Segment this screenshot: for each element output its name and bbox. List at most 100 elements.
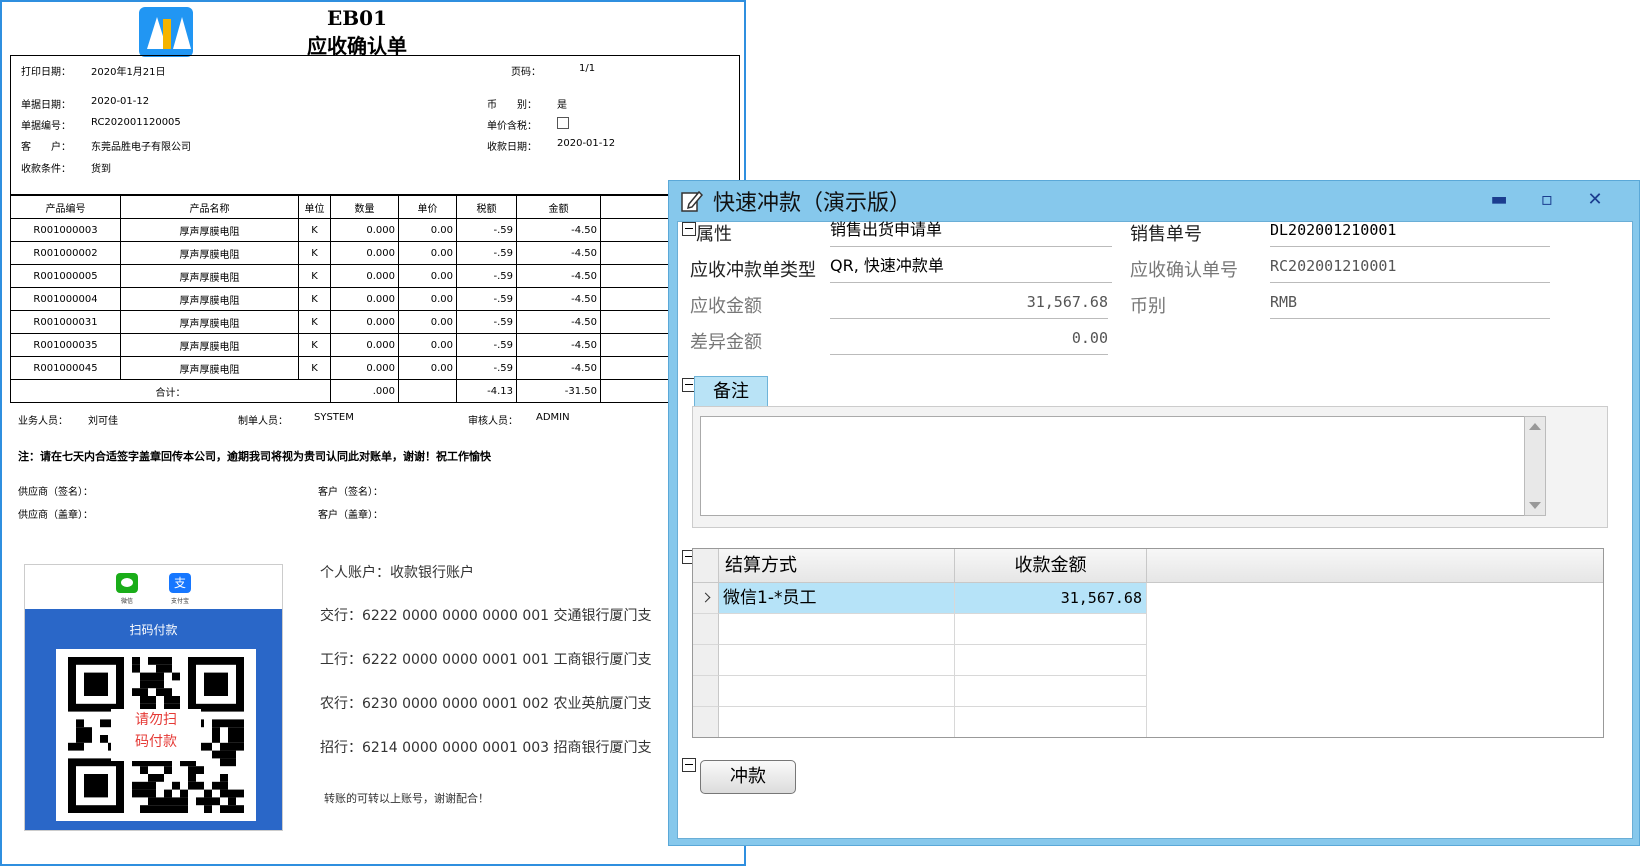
- cell-tax: -.59: [456, 356, 517, 380]
- cell-method[interactable]: [719, 676, 955, 707]
- doc-date-label: 单据日期：: [21, 100, 71, 111]
- cell-product-code: R001000031: [10, 310, 121, 334]
- grid-corner: [693, 549, 719, 583]
- document-info-box: 打印日期： 2020年1月21日 页码： 1/1 单据日期： 2020-01-1…: [10, 55, 740, 195]
- cell-unit: K: [298, 241, 331, 265]
- cell-qty: 0.000: [330, 264, 399, 288]
- cell-method[interactable]: [719, 707, 955, 737]
- sales-no-field[interactable]: DL202001210001: [1270, 216, 1550, 247]
- collapse-actions-icon[interactable]: [682, 758, 696, 772]
- print-date-label: 打印日期：: [21, 67, 71, 78]
- sale-type-field[interactable]: 销售出货申请单: [830, 216, 1112, 247]
- doc-no: RC202001120005: [91, 117, 181, 128]
- ar-type-label: 应收冲款单类型: [690, 260, 816, 281]
- close-button[interactable]: ✕: [1581, 187, 1609, 213]
- cell-product-code: R001000045: [10, 356, 121, 380]
- scroll-down-icon[interactable]: [1529, 502, 1541, 509]
- item-row: R001000005 厚声厚膜电阻 K 0.000 0.00 -.59 -4.50: [10, 264, 741, 288]
- row-header[interactable]: [693, 583, 719, 614]
- cell-tax: -.59: [456, 310, 517, 334]
- ar-type-field[interactable]: QR, 快速冲款单: [830, 252, 1112, 283]
- cell-price: 0.00: [398, 218, 457, 242]
- page-label: 页码：: [511, 67, 541, 78]
- item-row: R001000031 厚声厚膜电阻 K 0.000 0.00 -.59 -4.50: [10, 310, 741, 334]
- currency-field-label: 币别: [1130, 296, 1166, 317]
- cell-tax: -.59: [456, 264, 517, 288]
- maker: SYSTEM: [314, 412, 354, 423]
- account-line: 招行：6214 0000 0000 0001 003 招商银行厦门支: [320, 740, 652, 756]
- wechat-icon: [116, 573, 138, 593]
- currency-field[interactable]: RMB: [1270, 288, 1550, 319]
- cell-product-code: R001000002: [10, 241, 121, 265]
- dialog-title: 快速冲款（演示版）: [713, 191, 912, 216]
- cell-product-name: 厚声厚膜电阻: [120, 241, 299, 265]
- minimize-button[interactable]: ▬: [1485, 187, 1513, 213]
- col-header: 金额: [516, 195, 601, 219]
- print-date: 2020年1月21日: [91, 67, 166, 78]
- supplier-stamp: 供应商（盖章）：: [18, 510, 93, 521]
- cell-amount[interactable]: [955, 614, 1147, 645]
- col-header-amount[interactable]: 收款金额: [955, 549, 1147, 583]
- tax-included-label: 单价含税：: [487, 121, 537, 132]
- diff-amount-label: 差异金额: [690, 332, 762, 353]
- dialog-titlebar[interactable]: 快速冲款（演示版） ▬ ▫ ✕: [669, 181, 1639, 221]
- payment-qr-card: 微信 支 支付宝 扫码付款 请勿扫 码付款: [24, 564, 283, 831]
- scroll-up-icon[interactable]: [1529, 423, 1541, 430]
- row-header[interactable]: [693, 707, 719, 737]
- col-header-method[interactable]: 结算方式: [719, 549, 955, 583]
- cell-method[interactable]: 微信1-*员工: [719, 583, 955, 614]
- memo-textarea[interactable]: [700, 416, 1526, 516]
- cell-amount[interactable]: [955, 676, 1147, 707]
- ar-confirm-field[interactable]: RC202001210001: [1270, 252, 1550, 283]
- cell-unit: K: [298, 287, 331, 311]
- row-header[interactable]: [693, 614, 719, 645]
- cell-tax: -.59: [456, 241, 517, 265]
- cell-method[interactable]: [719, 614, 955, 645]
- maker-label: 制单人员：: [238, 416, 288, 427]
- cell-price: 0.00: [398, 310, 457, 334]
- item-row: R001000004 厚声厚膜电阻 K 0.000 0.00 -.59 -4.50: [10, 287, 741, 311]
- sales-staff-label: 业务人员：: [18, 416, 68, 427]
- terms-label: 收款条件：: [21, 164, 71, 175]
- item-row: R001000002 厚声厚膜电阻 K 0.000 0.00 -.59 -4.50: [10, 241, 741, 265]
- cell-amount: -4.50: [516, 287, 601, 311]
- collapse-properties-icon[interactable]: [682, 222, 696, 236]
- memo-scrollbar[interactable]: [1524, 416, 1546, 516]
- ar-amount-field[interactable]: 31,567.68: [830, 288, 1108, 319]
- cell-product-code: R001000005: [10, 264, 121, 288]
- cell-amount: -4.50: [516, 356, 601, 380]
- cell-method[interactable]: [719, 645, 955, 676]
- transfer-note: 转账的可转以上账号，谢谢配合！: [324, 792, 489, 805]
- maximize-button[interactable]: ▫: [1533, 187, 1561, 213]
- doc-no-label: 单据编号：: [21, 121, 71, 132]
- cell-qty: 0.000: [330, 356, 399, 380]
- row-header[interactable]: [693, 676, 719, 707]
- col-header: 产品编号: [10, 195, 121, 219]
- receivable-confirmation-document: EB01 应收确认单 打印日期： 2020年1月21日 页码： 1/1 单据日期…: [0, 0, 746, 866]
- alipay-icon: 支: [169, 573, 191, 593]
- item-row: R001000035 厚声厚膜电阻 K 0.000 0.00 -.59 -4.50: [10, 333, 741, 357]
- row-header[interactable]: [693, 645, 719, 676]
- dialog-client-area: 属性 销售出货申请单 销售单号 DL202001210001 应收冲款单类型 Q…: [677, 220, 1633, 839]
- cell-qty: 0.000: [330, 310, 399, 334]
- cell-amount: -4.50: [516, 333, 601, 357]
- cell-product-code: R001000003: [10, 218, 121, 242]
- cell-amount[interactable]: [955, 645, 1147, 676]
- customer-stamp: 客户（盖章）：: [318, 510, 383, 521]
- cell-amount[interactable]: 31,567.68: [955, 583, 1147, 614]
- sales-no-label: 销售单号: [1130, 224, 1202, 245]
- sales-staff: 刘可佳: [88, 416, 118, 427]
- cell-price: 0.00: [398, 287, 457, 311]
- cell-product-name: 厚声厚膜电阻: [120, 310, 299, 334]
- col-header: 数量: [330, 195, 399, 219]
- cell-product-code: R001000035: [10, 333, 121, 357]
- supplier-signature: 供应商（签名）：: [18, 487, 93, 498]
- terms-value: 货到: [91, 164, 111, 175]
- quick-offset-dialog: 快速冲款（演示版） ▬ ▫ ✕ 属性 销售出货申请单 销售单号 DL202001…: [668, 180, 1640, 846]
- offset-button[interactable]: 冲款: [700, 760, 796, 794]
- cell-amount[interactable]: [955, 707, 1147, 737]
- cell-unit: K: [298, 333, 331, 357]
- diff-amount-field[interactable]: 0.00: [830, 324, 1108, 355]
- tab-memo[interactable]: 备注: [694, 376, 768, 407]
- cell-price: 0.00: [398, 241, 457, 265]
